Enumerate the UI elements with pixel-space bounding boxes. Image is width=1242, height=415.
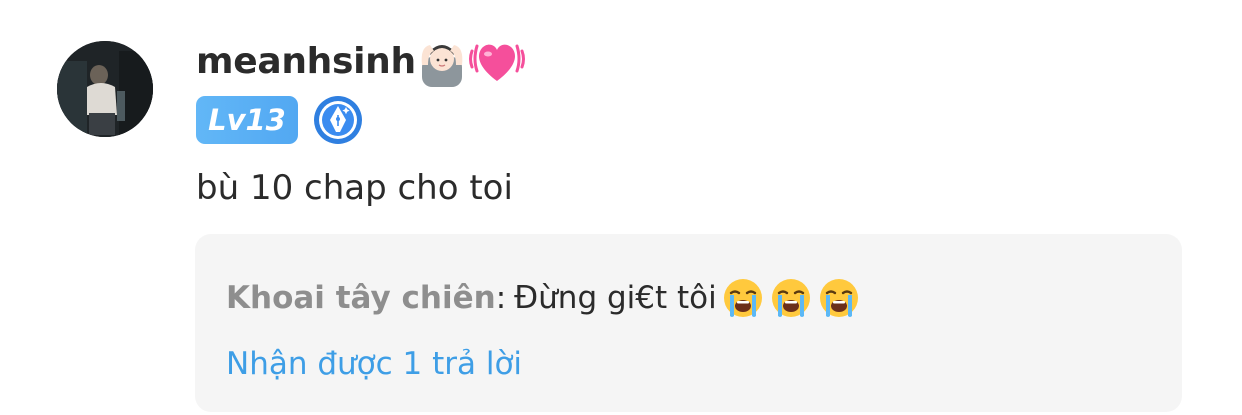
- avatar-photo: [57, 41, 153, 137]
- comment-item: meanhsinh Lv13 bù 10 chap cho toi Khoai …: [0, 0, 1242, 415]
- reply-line: Khoai tây chiên : Đừng gi€t tôi: [226, 275, 861, 321]
- loudly-crying-face-icon: [723, 279, 762, 317]
- beating-heart-icon: [468, 44, 525, 81]
- level-badge: Lv13: [196, 96, 298, 144]
- loudly-crying-face-icon: [771, 279, 810, 317]
- fountain-pen-badge-icon: [314, 96, 362, 144]
- username[interactable]: meanhsinh: [196, 41, 416, 82]
- reply-text: Đừng gi€t tôi: [514, 280, 717, 316]
- loudly-crying-face-icon: [819, 279, 858, 317]
- view-replies-link[interactable]: Nhận được 1 trả lời: [226, 346, 522, 382]
- badges-row: Lv13: [196, 96, 363, 144]
- comment-text: bù 10 chap cho toi: [196, 168, 513, 208]
- person-gesturing-ok-icon: [421, 45, 463, 87]
- avatar[interactable]: [57, 41, 153, 137]
- username-row: meanhsinh: [196, 32, 526, 90]
- reply-author[interactable]: Khoai tây chiên: [226, 280, 496, 316]
- reply-separator: :: [495, 280, 507, 316]
- reply-preview[interactable]: Khoai tây chiên : Đừng gi€t tôi Nhận đượ…: [195, 234, 1182, 412]
